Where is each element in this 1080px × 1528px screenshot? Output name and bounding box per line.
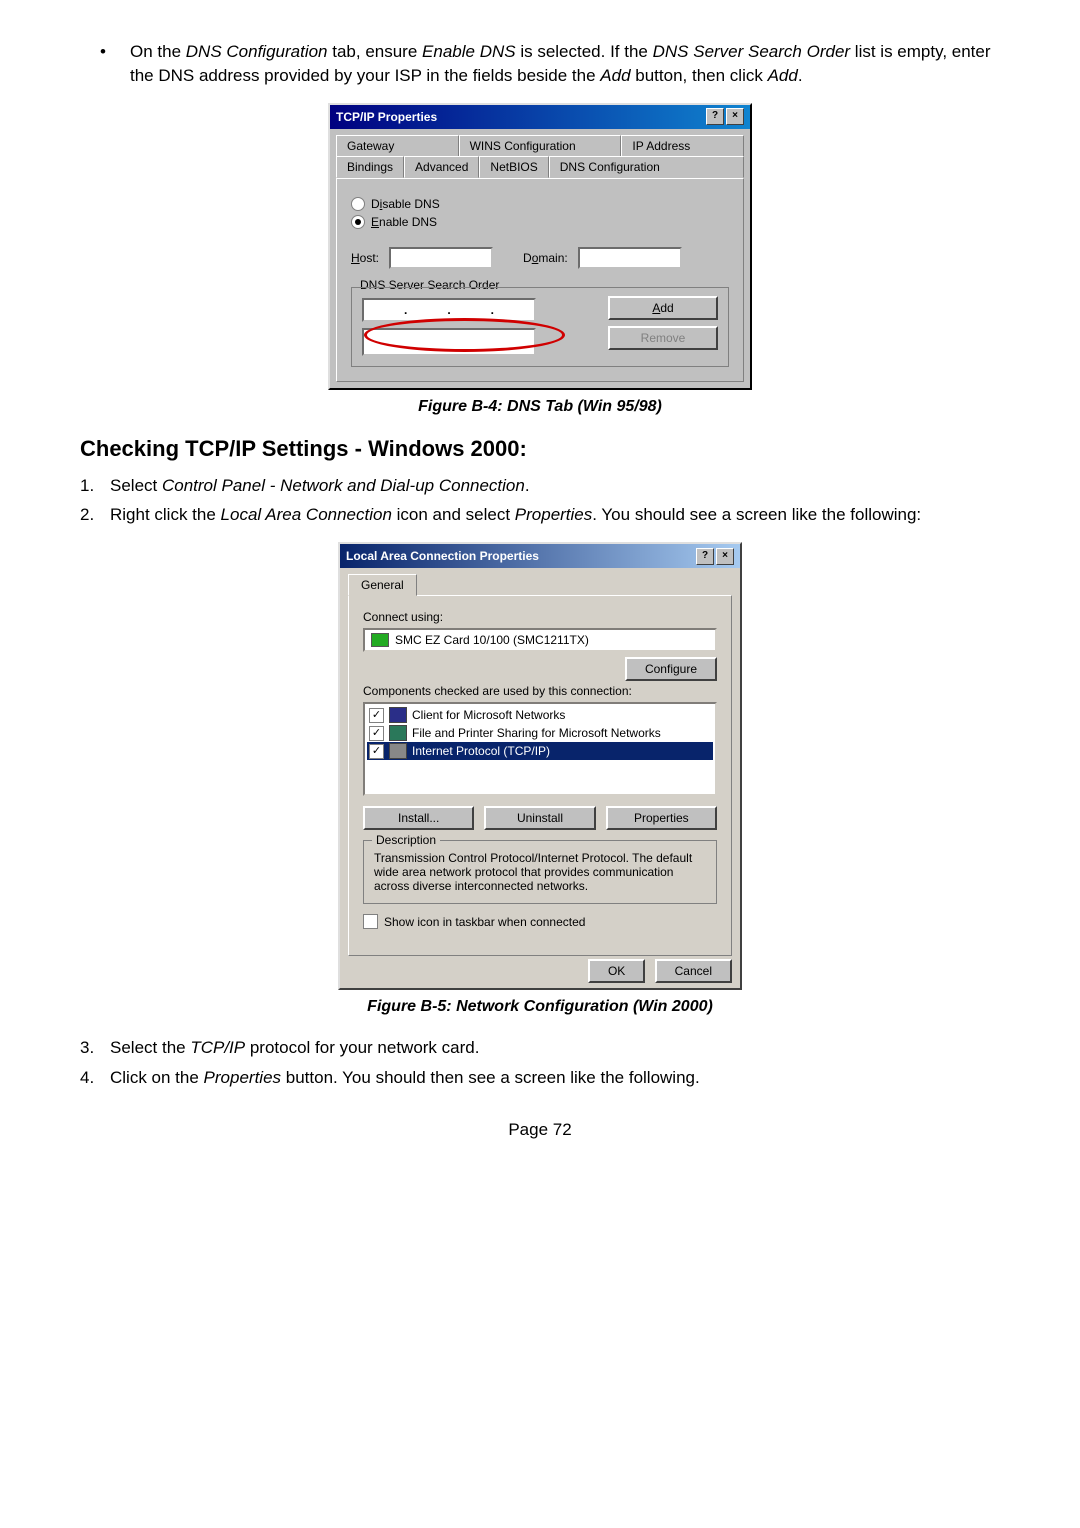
share-icon bbox=[389, 725, 407, 741]
radio-icon bbox=[351, 197, 365, 211]
dialog-title: Local Area Connection Properties bbox=[346, 549, 539, 563]
help-icon[interactable]: ? bbox=[706, 108, 724, 125]
tab-gateway[interactable]: Gateway bbox=[336, 135, 459, 157]
figure-caption-2: Figure B-5: Network Configuration (Win 2… bbox=[80, 998, 1000, 1016]
cancel-button[interactable]: Cancel bbox=[655, 959, 732, 983]
radio-enable-dns[interactable]: Enable DNS bbox=[351, 215, 729, 229]
dialog-titlebar: TCP/IP Properties ? × bbox=[330, 105, 750, 129]
host-label: Host: bbox=[351, 251, 379, 265]
domain-label: Domain: bbox=[523, 251, 568, 265]
step-2: 2. Right click the Local Area Connection… bbox=[80, 503, 1000, 527]
dns-search-order-group: DNS Server Search Order ... Add Remove bbox=[351, 287, 729, 367]
tab-netbios[interactable]: NetBIOS bbox=[479, 156, 548, 178]
tab-wins[interactable]: WINS Configuration bbox=[459, 135, 622, 157]
bullet-marker: • bbox=[80, 40, 130, 88]
tab-body: Connect using: SMC EZ Card 10/100 (SMC12… bbox=[348, 595, 732, 956]
checkbox-icon[interactable]: ✓ bbox=[369, 708, 384, 723]
component-tcpip[interactable]: ✓ Internet Protocol (TCP/IP) bbox=[367, 742, 713, 760]
configure-button[interactable]: Configure bbox=[625, 657, 717, 681]
add-button[interactable]: Add bbox=[608, 296, 718, 320]
dns-ip-input[interactable]: ... bbox=[362, 298, 536, 322]
protocol-icon bbox=[389, 743, 407, 759]
tab-general[interactable]: General bbox=[348, 574, 417, 596]
show-icon-checkbox[interactable]: Show icon in taskbar when connected bbox=[363, 914, 717, 929]
description-group: Description Transmission Control Protoco… bbox=[363, 840, 717, 904]
tab-dns-configuration[interactable]: DNS Configuration bbox=[549, 156, 744, 178]
component-fileprint[interactable]: ✓ File and Printer Sharing for Microsoft… bbox=[367, 724, 713, 742]
properties-button[interactable]: Properties bbox=[606, 806, 717, 830]
nic-field: SMC EZ Card 10/100 (SMC1211TX) bbox=[363, 628, 717, 652]
close-icon[interactable]: × bbox=[726, 108, 744, 125]
nic-name: SMC EZ Card 10/100 (SMC1211TX) bbox=[395, 633, 589, 647]
install-button[interactable]: Install... bbox=[363, 806, 474, 830]
radio-icon bbox=[351, 215, 365, 229]
domain-input[interactable] bbox=[578, 247, 682, 269]
ok-button[interactable]: OK bbox=[588, 959, 645, 983]
page-number: Page 72 bbox=[80, 1120, 1000, 1140]
tab-bindings[interactable]: Bindings bbox=[336, 156, 404, 178]
radio-disable-dns[interactable]: Disable DNS bbox=[351, 197, 729, 211]
section-heading: Checking TCP/IP Settings - Windows 2000: bbox=[80, 436, 1000, 462]
step-1: 1. Select Control Panel - Network and Di… bbox=[80, 474, 1000, 498]
checkbox-icon[interactable]: ✓ bbox=[369, 726, 384, 741]
client-icon bbox=[389, 707, 407, 723]
tab-row-back: Gateway WINS Configuration IP Address bbox=[336, 135, 744, 157]
component-client[interactable]: ✓ Client for Microsoft Networks bbox=[367, 706, 713, 724]
figure-caption-1: Figure B-4: DNS Tab (Win 95/98) bbox=[80, 398, 1000, 416]
connect-using-label: Connect using: bbox=[363, 610, 717, 624]
close-icon[interactable]: × bbox=[716, 548, 734, 565]
host-input[interactable] bbox=[389, 247, 493, 269]
description-text: Transmission Control Protocol/Internet P… bbox=[374, 851, 706, 893]
intro-text: On the DNS Configuration tab, ensure Ena… bbox=[130, 40, 1000, 88]
uninstall-button[interactable]: Uninstall bbox=[484, 806, 595, 830]
description-label: Description bbox=[372, 833, 440, 847]
tab-row-front: Bindings Advanced NetBIOS DNS Configurat… bbox=[336, 156, 744, 178]
dns-list[interactable] bbox=[362, 328, 536, 356]
dialog-title: TCP/IP Properties bbox=[336, 110, 437, 124]
components-list[interactable]: ✓ Client for Microsoft Networks ✓ File a… bbox=[363, 702, 717, 796]
checkbox-icon[interactable] bbox=[363, 914, 378, 929]
tab-advanced[interactable]: Advanced bbox=[404, 156, 479, 178]
intro-bullet: • On the DNS Configuration tab, ensure E… bbox=[80, 40, 1000, 88]
tcpip-properties-dialog: TCP/IP Properties ? × Gateway WINS Confi… bbox=[328, 103, 752, 390]
step-3: 3. Select the TCP/IP protocol for your n… bbox=[80, 1036, 1000, 1060]
nic-icon bbox=[371, 633, 389, 647]
checkbox-icon[interactable]: ✓ bbox=[369, 744, 384, 759]
help-icon[interactable]: ? bbox=[696, 548, 714, 565]
lan-properties-dialog: Local Area Connection Properties ? × Gen… bbox=[338, 542, 742, 990]
components-label: Components checked are used by this conn… bbox=[363, 684, 717, 698]
dialog-titlebar: Local Area Connection Properties ? × bbox=[340, 544, 740, 568]
tab-ipaddress[interactable]: IP Address bbox=[621, 135, 744, 157]
tab-body: Disable DNS Enable DNS Host: Domain: DNS… bbox=[336, 178, 744, 382]
step-4: 4. Click on the Properties button. You s… bbox=[80, 1066, 1000, 1090]
remove-button: Remove bbox=[608, 326, 718, 350]
